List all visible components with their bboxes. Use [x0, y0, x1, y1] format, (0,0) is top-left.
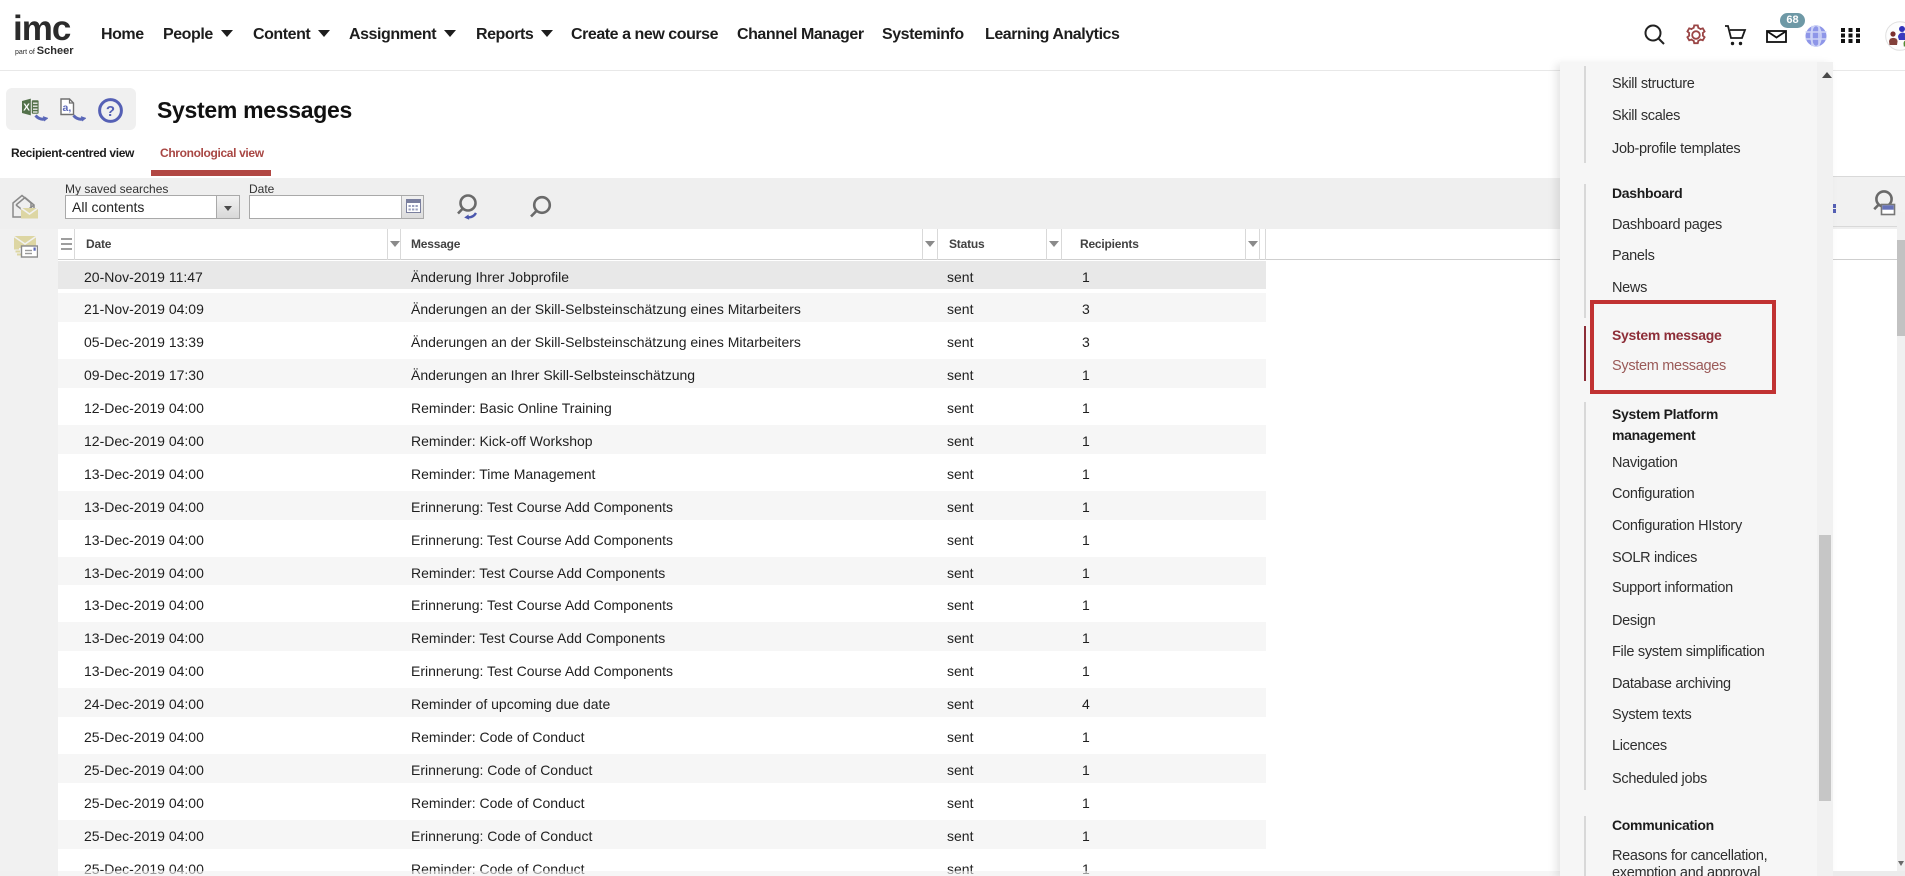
- svg-text:a,: a,: [63, 102, 72, 114]
- svg-text:?: ?: [106, 103, 115, 120]
- svg-text:X: X: [23, 102, 30, 113]
